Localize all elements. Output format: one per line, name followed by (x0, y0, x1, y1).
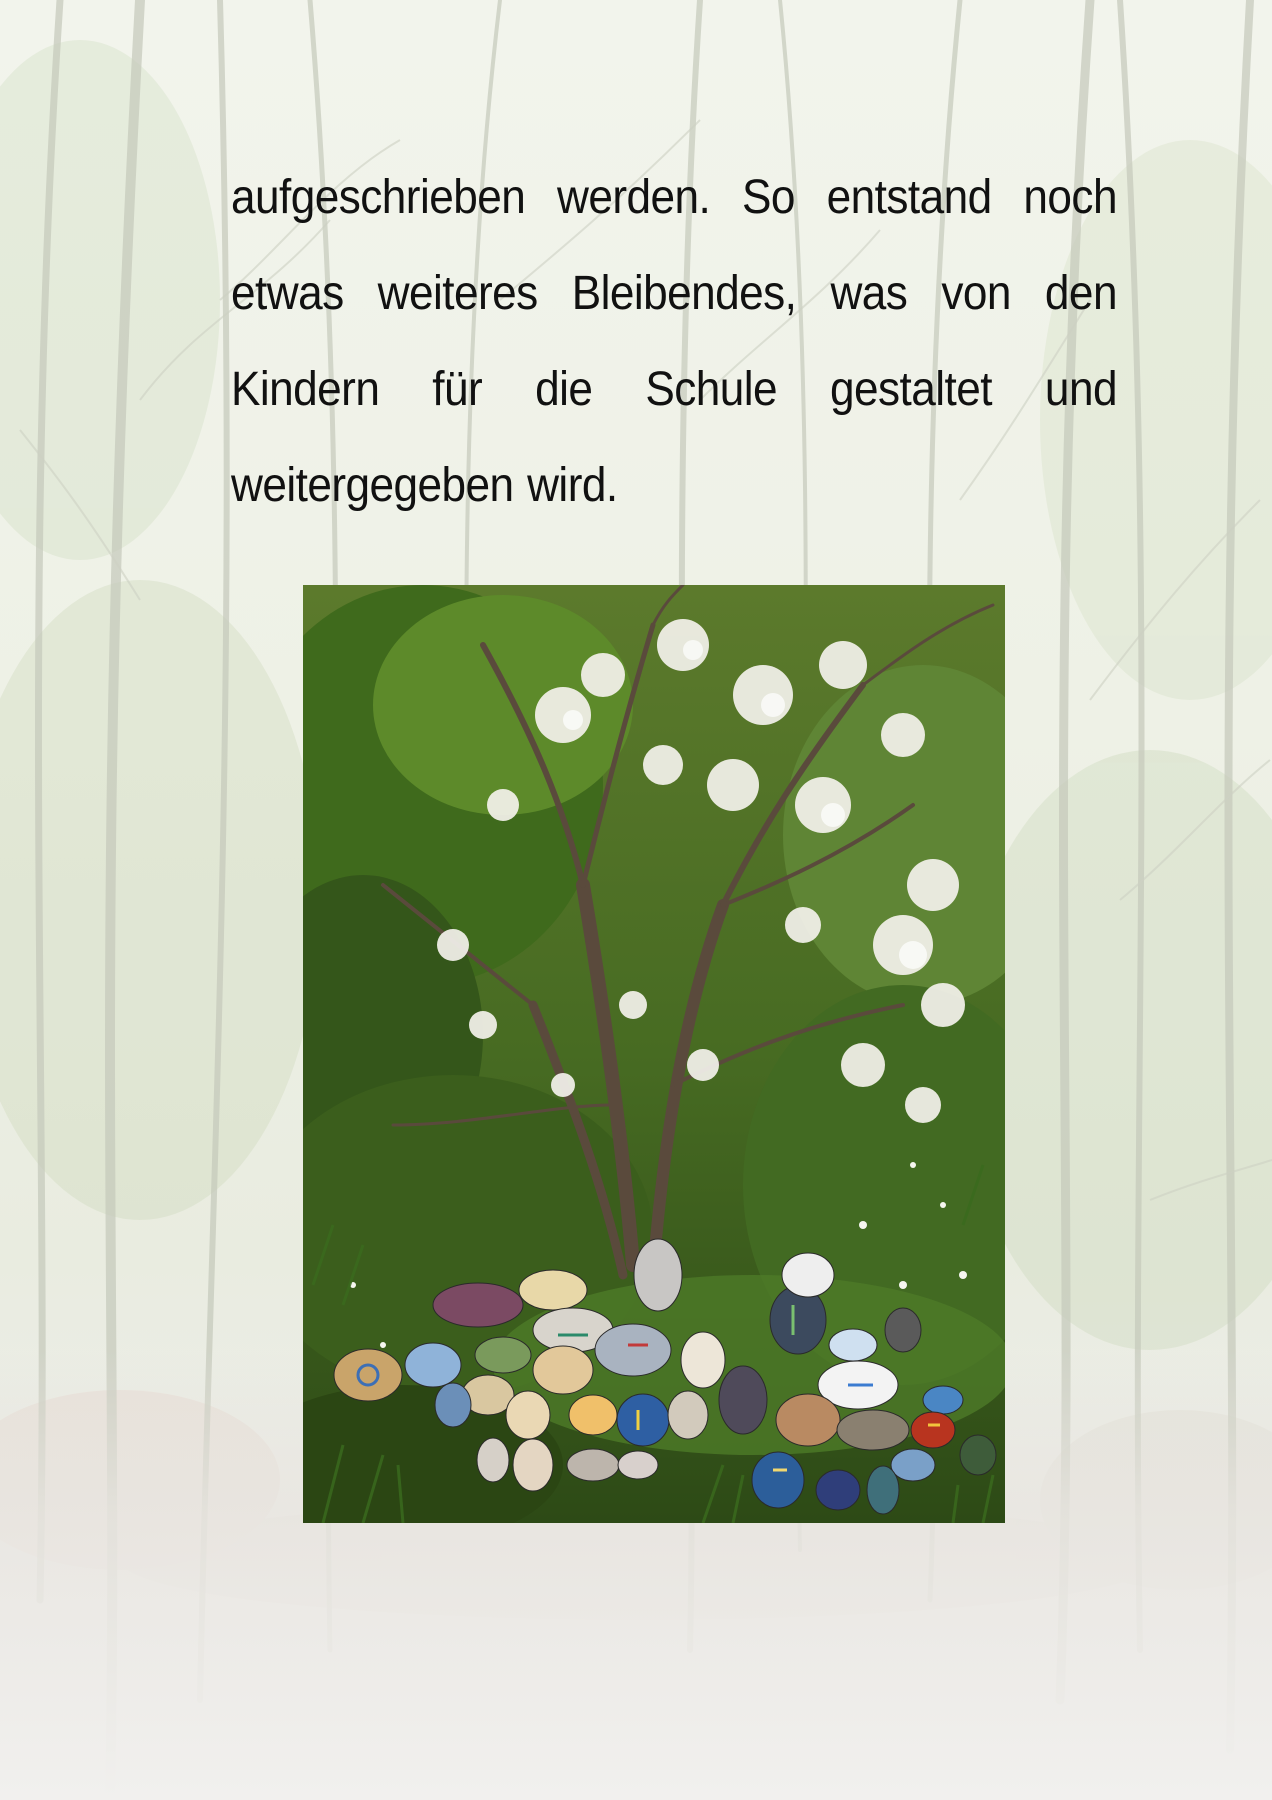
document-page: aufgeschrieben werden. So entstand noch … (0, 0, 1272, 1800)
body-paragraph: aufgeschrieben werden. So entstand noch … (231, 171, 1118, 512)
tree-with-painted-stones-photo (303, 585, 1005, 1523)
